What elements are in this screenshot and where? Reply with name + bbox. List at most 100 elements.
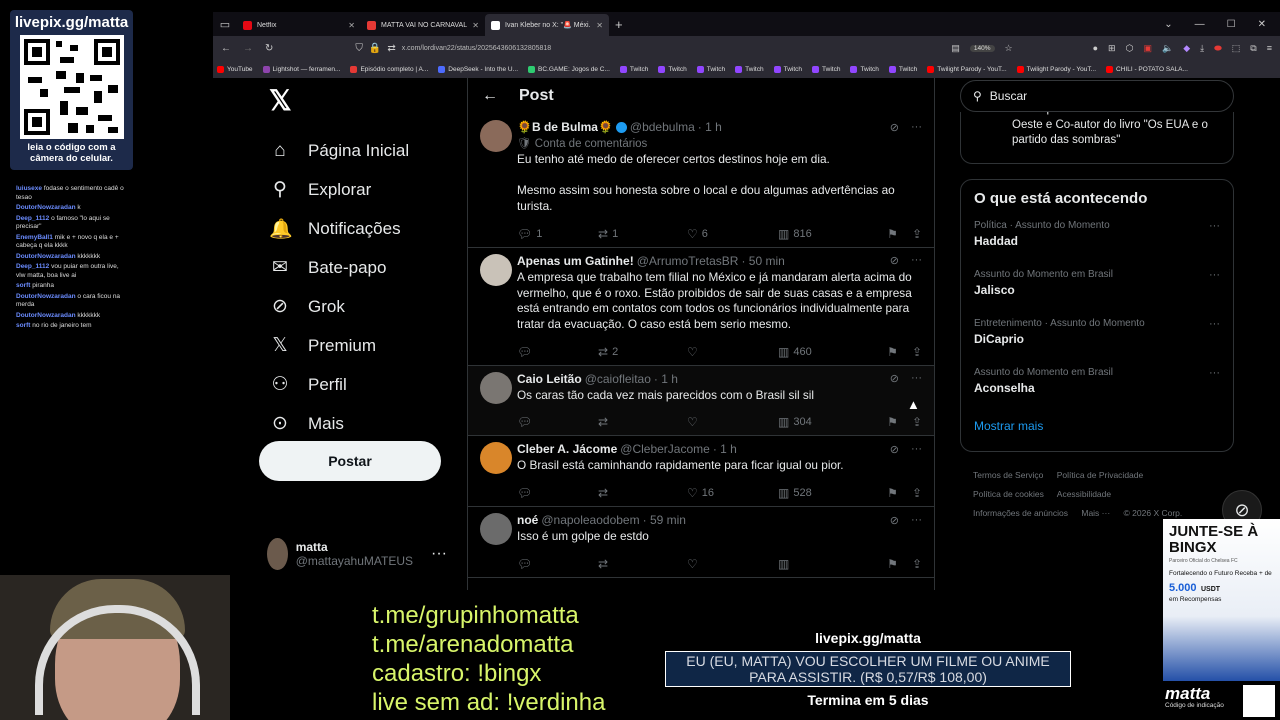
bookmark-item[interactable]: Twitch: [696, 65, 725, 73]
tweet-author-name[interactable]: noé: [517, 513, 538, 527]
more-options-icon[interactable]: ···: [1209, 318, 1220, 330]
grok-icon[interactable]: ⊘: [890, 372, 899, 385]
close-window-icon[interactable]: ✕: [1258, 19, 1266, 30]
bookmark-item[interactable]: DeepSeek - Into the U...: [438, 65, 518, 73]
reply-button[interactable]: 💬︎: [517, 415, 598, 429]
like-button[interactable]: ♡: [687, 415, 778, 429]
extension-icon[interactable]: ⊞: [1108, 43, 1116, 54]
nav-item-home[interactable]: ⌂ Página Inicial: [258, 131, 448, 170]
retweet-button[interactable]: ⇄: [598, 557, 687, 571]
tweet-author-name[interactable]: Apenas um Gatinhe!: [517, 254, 634, 268]
more-options-icon[interactable]: ···: [911, 514, 922, 527]
tweet-author-handle[interactable]: @ArrumoTretasBR: [637, 254, 739, 268]
bookmark-icon[interactable]: ⚑: [887, 557, 898, 571]
retweet-button[interactable]: ⇄: [598, 486, 687, 500]
extension-icon[interactable]: ⬚: [1232, 43, 1241, 54]
reply-tweet[interactable]: noé @napoleaodobem · 59 min ⊘ ··· Isso é um g…: [468, 507, 934, 578]
extension-icon[interactable]: ▣: [1143, 43, 1152, 54]
extensions-puzzle-icon[interactable]: ⧉: [1250, 43, 1256, 54]
browser-tab[interactable]: MATTA VAI NO CARNAVAL DE ... ✕: [361, 14, 485, 36]
more-options-icon[interactable]: ···: [1209, 220, 1220, 232]
share-icon[interactable]: ⇪: [912, 557, 922, 571]
bookmark-item[interactable]: YouTube: [217, 65, 253, 73]
bookmark-item[interactable]: Episódio completo | A...: [350, 65, 428, 73]
account-switcher[interactable]: matta @mattayahuMATEUS ···: [267, 538, 447, 570]
share-icon[interactable]: ⇪: [912, 486, 922, 500]
nav-item-grok[interactable]: ⊘ Grok: [258, 287, 448, 326]
trend-item[interactable]: Entretenimento · Assunto do Momento DiCap…: [974, 318, 1220, 367]
extension-icon[interactable]: ⬡: [1126, 43, 1134, 54]
more-options-icon[interactable]: ···: [911, 121, 922, 134]
tab-overflow-icon[interactable]: ⌄: [1164, 19, 1172, 30]
bookmark-icon[interactable]: ⚑: [887, 486, 898, 500]
bookmark-icon[interactable]: ⚑: [887, 345, 898, 359]
footer-link[interactable]: Informações de anúncios: [973, 508, 1068, 518]
share-icon[interactable]: ⇪: [912, 227, 922, 241]
zoom-level[interactable]: 140%: [969, 44, 995, 52]
tab-list-icon[interactable]: ▭: [213, 18, 237, 31]
views-button[interactable]: ▥ 816: [778, 227, 874, 241]
reply-tweet[interactable]: 🌻B de Bulma🌻 @bdebulma · 1 h ⊘ ··· 🛡 Conta de…: [468, 114, 934, 248]
footer-link[interactable]: Política de cookies: [973, 489, 1044, 499]
bookmark-item[interactable]: Twitch: [773, 65, 802, 73]
footer-link[interactable]: Política de Privacidade: [1057, 470, 1143, 480]
url-text[interactable]: x.com/lordivan22/status/2025643606132805…: [402, 45, 551, 52]
views-button[interactable]: ▥ 460: [778, 345, 874, 359]
trend-item[interactable]: Assunto do Momento em Brasil Jalisco ···: [974, 269, 1220, 318]
nav-item-more[interactable]: ⊙ Mais: [258, 404, 448, 443]
bookmark-item[interactable]: CHILI - POTATO SALA...: [1106, 65, 1188, 73]
like-button[interactable]: ♡: [687, 557, 778, 571]
nav-item-notifications[interactable]: 🔔 Notificações: [258, 209, 448, 248]
tweet-time[interactable]: · 50 min: [741, 254, 784, 268]
back-arrow-icon[interactable]: ←: [482, 87, 498, 105]
show-more-link[interactable]: Mostrar mais: [974, 419, 1220, 433]
tweet-author-handle[interactable]: @caiofleitao: [585, 372, 651, 386]
like-button[interactable]: ♡: [687, 345, 778, 359]
reader-view-icon[interactable]: ▤: [951, 43, 960, 54]
share-icon[interactable]: ⇪: [912, 345, 922, 359]
grok-icon[interactable]: ⊘: [890, 514, 899, 527]
extension-icon[interactable]: ◆: [1183, 43, 1190, 54]
nav-item-premium[interactable]: 𝕏 Premium: [258, 326, 448, 365]
footer-link[interactable]: Acessibilidade: [1057, 489, 1111, 499]
reply-button[interactable]: 💬︎: [517, 557, 598, 571]
avatar[interactable]: [480, 120, 512, 152]
nav-item-explore[interactable]: ⚲ Explorar: [258, 170, 448, 209]
reply-button[interactable]: 💬︎ 1: [517, 227, 598, 241]
tweet-time[interactable]: · 1 h: [713, 442, 737, 456]
tab-close-icon[interactable]: ✕: [596, 21, 603, 30]
reply-tweet[interactable]: Apenas um Gatinhe! @ArrumoTretasBR · 50 mi…: [468, 248, 934, 366]
bookmark-icon[interactable]: ⚑: [887, 227, 898, 241]
bookmark-item[interactable]: Twitch: [850, 65, 879, 73]
permissions-icon[interactable]: ⇄: [387, 43, 395, 54]
reply-button[interactable]: 💬︎: [517, 345, 598, 359]
views-button[interactable]: ▥ 304: [778, 415, 874, 429]
bookmark-item[interactable]: Twitch: [812, 65, 840, 73]
grok-icon[interactable]: ⊘: [890, 254, 899, 267]
bookmark-icon[interactable]: ⚑: [887, 415, 898, 429]
browser-tab-active[interactable]: Ivan Kleber no X: "🚨 Méxi... ✕: [485, 14, 609, 36]
bookmark-item[interactable]: BC.GAME: Jogos de C...: [528, 65, 610, 73]
bookmark-item[interactable]: Twilight Parody - YouT...: [927, 65, 1007, 73]
reload-icon[interactable]: ↻: [265, 43, 273, 54]
bookmark-item[interactable]: Twilight Parody - YouT...: [1016, 65, 1096, 73]
tab-close-icon[interactable]: ✕: [348, 21, 355, 30]
grok-icon[interactable]: ⊘: [890, 121, 899, 134]
trend-item[interactable]: Política · Assunto do Momento Haddad ···: [974, 220, 1220, 269]
minimize-icon[interactable]: —: [1195, 19, 1205, 30]
extension-icon[interactable]: ⬬: [1214, 43, 1222, 54]
views-button[interactable]: ▥: [778, 557, 874, 571]
back-icon[interactable]: ←: [221, 43, 231, 54]
retweet-button[interactable]: ⇄: [598, 415, 687, 429]
more-options-icon[interactable]: ···: [1209, 269, 1220, 281]
url-bar[interactable]: ⛉ 🔒 ⇄ x.com/lordivan22/status/2025643606…: [355, 43, 551, 54]
new-tab-icon[interactable]: +: [615, 17, 623, 32]
bookmark-item[interactable]: Twitch: [658, 65, 687, 73]
nav-item-chat[interactable]: ✉ Bate-papo: [258, 248, 448, 287]
speaker-icon[interactable]: 🔈: [1162, 43, 1173, 54]
views-button[interactable]: ▥ 528: [778, 486, 874, 500]
bookmark-item[interactable]: Twitch: [619, 65, 648, 73]
bookmark-item[interactable]: Twitch: [888, 65, 917, 73]
reply-tweet[interactable]: Cleber A. Jácome @CleberJacome · 1 h ⊘ ··· O …: [468, 436, 934, 508]
more-options-icon[interactable]: ···: [911, 372, 922, 385]
